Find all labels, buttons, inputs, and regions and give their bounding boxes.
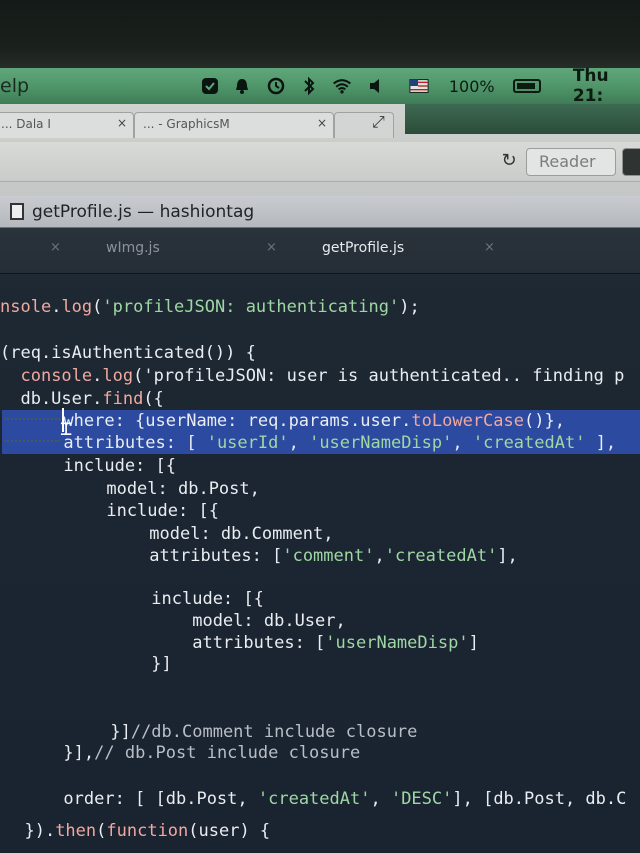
tab-getprofile[interactable]: getProfile.js (322, 240, 404, 256)
bell-icon[interactable] (233, 76, 252, 96)
browser-tab-label: ... - GraphicsM (143, 117, 230, 131)
close-icon[interactable]: × (266, 240, 277, 255)
browser-tab[interactable] (334, 112, 394, 138)
menu-help[interactable]: elp (0, 75, 58, 97)
status-tray: 100% Thu 21: (200, 66, 640, 106)
close-icon[interactable]: × (117, 116, 127, 130)
menubar-clock[interactable]: Thu 21: (573, 66, 640, 106)
window-background (405, 104, 640, 134)
reader-button[interactable]: Reader (526, 148, 616, 176)
document-icon (10, 203, 24, 220)
browser-tab-label: ... Dala I (1, 117, 51, 131)
code-line[interactable]: include: [{ (4, 500, 219, 522)
code-line[interactable]: console.log('profileJSON: user is authen… (0, 365, 624, 387)
indent-guide (4, 418, 60, 420)
close-icon[interactable]: × (50, 240, 61, 255)
browser-window: ... Dala I × ... - GraphicsM × ⤢ ↻ Reade… (0, 104, 640, 196)
browser-tab[interactable]: ... - GraphicsM × (134, 112, 334, 138)
code-line[interactable]: include: [{ (2, 455, 176, 477)
time-machine-icon[interactable] (266, 76, 286, 96)
reload-icon[interactable]: ↻ (494, 150, 524, 176)
indent-guide (4, 440, 60, 442)
battery-icon[interactable] (512, 79, 541, 93)
fullscreen-icon[interactable]: ⤢ (372, 112, 385, 132)
code-line[interactable]: }] (8, 653, 171, 675)
code-line[interactable]: model: db.Post, (4, 478, 260, 500)
window-title: getProfile.js — hashiontag (32, 201, 255, 222)
code-line[interactable]: model: db.User, (8, 610, 346, 632)
tab-wimg[interactable]: wImg.js (106, 240, 160, 256)
battery-percent: 100% (448, 76, 495, 96)
code-line[interactable]: include: [{ (8, 588, 264, 610)
close-icon[interactable]: × (317, 116, 327, 130)
menu-bar: elp 100% Thu 21: (0, 66, 640, 106)
browser-tab[interactable]: ... Dala I × (0, 112, 134, 138)
code-line[interactable]: model: db.Comment, (6, 523, 333, 545)
volume-icon[interactable] (366, 76, 385, 96)
editor-tab-bar: × wImg.js × getProfile.js × (0, 228, 640, 274)
dropbox-icon[interactable] (200, 76, 219, 96)
code-line[interactable]: where: {userName: req.params.user.toLowe… (2, 410, 640, 432)
code-line[interactable]: order: [ [db.Post, 'createdAt', 'DESC'],… (2, 788, 626, 810)
code-line[interactable]: attributes: [ 'userId', 'userNameDisp', … (2, 432, 640, 454)
wifi-icon[interactable] (332, 76, 352, 96)
screen-bezel (0, 0, 640, 68)
bluetooth-icon[interactable] (300, 76, 319, 96)
code-line[interactable]: attributes: ['userNameDisp'] (8, 632, 479, 654)
code-line[interactable]: }],// db.Post include closure (2, 742, 360, 764)
mouse-pointer-icon: ⌶ (60, 416, 73, 440)
code-line[interactable]: }]//db.Comment include closure (8, 721, 417, 743)
code-line[interactable]: nsole.log('profileJSON: authenticating')… (0, 296, 420, 318)
code-line[interactable]: }).then(function(user) { (4, 820, 270, 842)
editor-titlebar: getProfile.js — hashiontag (0, 196, 640, 228)
code-area[interactable]: nsole.log('profileJSON: authenticating')… (0, 292, 640, 852)
toolbar-button[interactable] (622, 148, 640, 176)
code-line[interactable]: (req.isAuthenticated()) { (0, 342, 256, 364)
close-icon[interactable]: × (484, 240, 495, 255)
code-editor-window: getProfile.js — hashiontag × wImg.js × g… (0, 196, 640, 853)
flag-icon[interactable] (409, 76, 429, 96)
code-line[interactable]: attributes: ['comment','createdAt'], (6, 545, 518, 567)
address-bar: ↻ Reader (0, 142, 640, 182)
code-line[interactable]: db.User.find({ (0, 388, 163, 410)
